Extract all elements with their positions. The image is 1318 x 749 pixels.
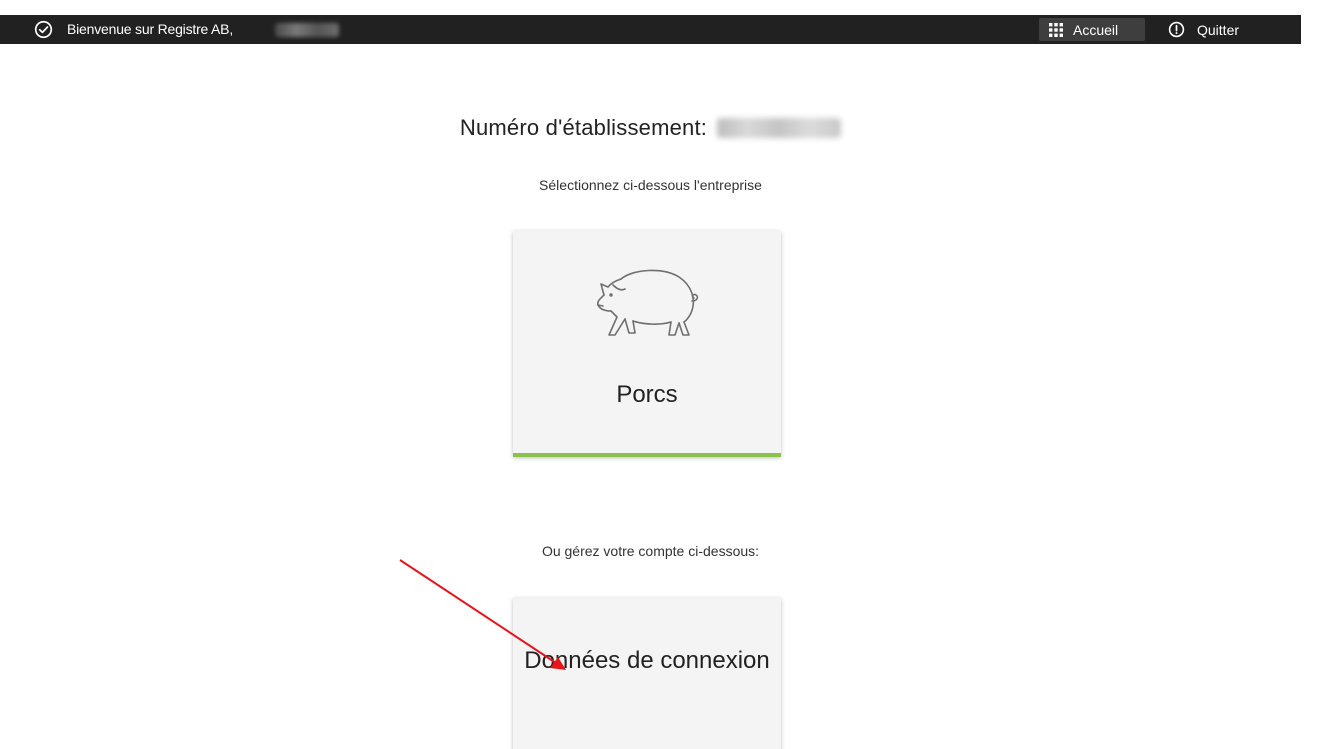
page: Bienvenue sur Registre AB, Accueil Quitt… bbox=[0, 0, 1318, 749]
company-card-porcs[interactable]: Porcs bbox=[513, 231, 781, 457]
login-data-card-label: Données de connexion bbox=[524, 647, 770, 674]
home-button[interactable]: Accueil bbox=[1039, 18, 1145, 41]
establishment-label: Numéro d'établissement: bbox=[459, 115, 708, 140]
check-circle-icon bbox=[34, 20, 53, 39]
establishment-number-redacted bbox=[717, 118, 842, 138]
quit-button-label: Quitter bbox=[1197, 21, 1240, 38]
pig-icon bbox=[597, 269, 699, 336]
establishment-heading: Numéro d'établissement: bbox=[0, 115, 1301, 141]
power-icon bbox=[1168, 21, 1185, 38]
top-bar: Bienvenue sur Registre AB, Accueil Quitt… bbox=[0, 15, 1301, 44]
welcome-text: Bienvenue sur Registre AB, bbox=[67, 21, 234, 37]
manage-account-prompt: Ou gérez votre compte ci-dessous: bbox=[541, 543, 760, 559]
home-button-label: Accueil bbox=[1073, 21, 1119, 38]
user-name-redacted bbox=[275, 23, 339, 37]
quit-button[interactable]: Quitter bbox=[1168, 18, 1239, 41]
select-company-prompt: Sélectionnez ci-dessous l'entreprise bbox=[539, 177, 762, 193]
company-card-label: Porcs bbox=[616, 381, 678, 408]
login-data-card[interactable]: Données de connexion bbox=[513, 598, 781, 749]
grid-icon bbox=[1049, 22, 1063, 37]
